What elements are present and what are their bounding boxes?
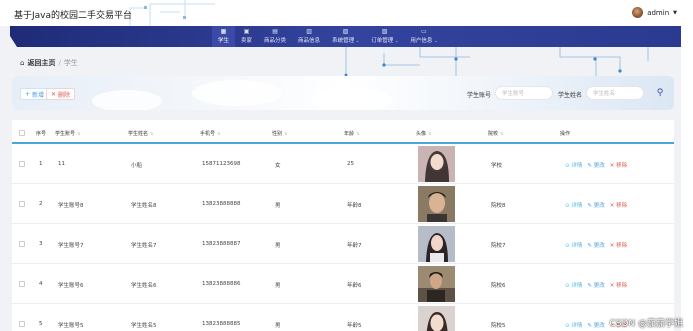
table-row: 3 学生账号7 学生姓名7 13823888887 男 年龄7 院校7 ⊙ 详情… [12, 224, 674, 264]
row-checkbox[interactable] [19, 281, 25, 287]
edit-button[interactable]: ✎ 更改 [587, 201, 604, 209]
select-all-checkbox[interactable] [19, 130, 25, 136]
order-icon: ▧ [381, 28, 388, 35]
person-icon: ▣ [243, 28, 250, 35]
col-index: 序号 [36, 131, 47, 137]
row-checkbox[interactable] [19, 321, 25, 327]
col-name[interactable]: 学生姓名 ⇅ [128, 130, 153, 137]
top-bar: 基于Java的校园二手交易平台 admin ▼ [0, 0, 693, 26]
nav-item-goods[interactable]: ▥ 商品信息 [292, 26, 326, 47]
col-phone[interactable]: 手机号 ⇅ [200, 130, 220, 137]
remove-button[interactable]: ✕ 移除 [610, 281, 627, 289]
caret-down-icon: ▼ [673, 9, 677, 16]
student-table: 序号 学生账号 ⇅ 学生姓名 ⇅ 手机号 ⇅ 性别 ⇅ 年龄 ⇅ 头像 ⇅ 院校 ⇅ 操作 1… [12, 120, 674, 331]
user-menu[interactable]: admin ▼ [632, 7, 677, 18]
delete-button[interactable]: ✕ 删除 [46, 88, 76, 100]
table-row: 2 学生账号8 学生姓名8 13823888888 男 年龄8 院校8 ⊙ 详情… [12, 184, 674, 224]
col-college[interactable]: 院校 ⇅ [488, 130, 503, 137]
nav-item-seller[interactable]: ▣ 卖家 [235, 26, 258, 47]
table-row: 1 11 小船 15871123698 女 25 学校 ⊙ 详情 ✎ 更改 ✕ … [12, 144, 674, 184]
goods-icon: ▥ [306, 28, 312, 35]
nav-item-student[interactable]: ▦ 学生 [212, 26, 236, 47]
col-avatar: 头像 ⇅ [416, 131, 432, 137]
student-account-label: 学生账号 [467, 92, 492, 99]
detail-button[interactable]: ⊙ 详情 [565, 321, 582, 329]
breadcrumb: ⌂ 返回主页 / 学生 [20, 58, 78, 68]
search-button[interactable]: ⚲ [653, 86, 667, 100]
col-gender[interactable]: 性别 ⇅ [272, 130, 287, 137]
edit-button[interactable]: ✎ 更改 [587, 241, 604, 249]
student-avatar-image [418, 146, 455, 182]
main-nav: ▦ 学生 ▣ 卖家 ▤ 商品分类 ▥ 商品信息 ▨ 系统管理 ⌄ ▧ 订单管理 … [212, 26, 443, 47]
grid-icon: ▦ [220, 28, 227, 35]
avatar [632, 7, 644, 18]
col-age[interactable]: 年龄 ⇅ [344, 130, 359, 137]
nav-item-user-info[interactable]: ▭ 用户信息 ⌄ [404, 26, 443, 47]
detail-button[interactable]: ⊙ 详情 [565, 281, 582, 289]
table-row: 4 学生账号6 学生姓名6 13823888886 男 年龄6 院校6 ⊙ 详情… [12, 264, 674, 304]
student-name-label: 学生姓名 [558, 92, 583, 99]
edit-button[interactable]: ✎ 更改 [587, 161, 604, 169]
student-avatar-image [418, 266, 455, 302]
table-header: 序号 学生账号 ⇅ 学生姓名 ⇅ 手机号 ⇅ 性别 ⇅ 年龄 ⇅ 头像 ⇅ 院校 ⇅ 操作 [12, 120, 674, 144]
user-card-icon: ▭ [421, 28, 427, 35]
row-checkbox[interactable] [19, 201, 25, 207]
student-account-input[interactable]: 学生账号 [495, 86, 553, 100]
settings-icon: ▨ [342, 28, 349, 35]
row-checkbox[interactable] [19, 241, 25, 247]
edit-button[interactable]: ✎ 更改 [587, 321, 604, 329]
search-icon: ⚲ [656, 88, 664, 98]
app-title: 基于Java的校园二手交易平台 [14, 11, 133, 21]
username: admin [647, 8, 670, 17]
student-avatar-image [418, 306, 455, 331]
student-name-input[interactable]: 学生姓名 [586, 86, 644, 100]
remove-button[interactable]: ✕ 移除 [610, 241, 627, 249]
breadcrumb-current: 学生 [63, 59, 78, 67]
breadcrumb-home[interactable]: 返回主页 [27, 58, 55, 68]
detail-button[interactable]: ⊙ 详情 [565, 201, 582, 209]
plus-icon: + [25, 90, 31, 98]
student-avatar-image [418, 186, 455, 222]
col-account[interactable]: 学生账号 ⇅ [55, 130, 80, 137]
row-checkbox[interactable] [19, 161, 25, 167]
col-actions: 操作 [560, 131, 571, 137]
student-avatar-image [418, 226, 455, 262]
right-scroll-gutter [681, 0, 693, 331]
search-panel: + 新增 ✕ 删除 学生账号 学生账号 学生姓名 学生姓名 ⚲ [12, 76, 674, 110]
home-icon: ⌂ [20, 59, 25, 67]
detail-button[interactable]: ⊙ 详情 [565, 241, 582, 249]
edit-button[interactable]: ✎ 更改 [587, 281, 604, 289]
nav-item-category[interactable]: ▤ 商品分类 [258, 26, 292, 47]
nav-item-system[interactable]: ▨ 系统管理 ⌄ [326, 26, 365, 47]
close-icon: ✕ [51, 90, 57, 98]
watermark: CSDN @茄茄学姐 [609, 319, 683, 329]
detail-button[interactable]: ⊙ 详情 [565, 161, 582, 169]
nav-item-orders[interactable]: ▧ 订单管理 ⌄ [365, 26, 404, 47]
table-row: 5 学生账号5 学生姓名5 13823888885 男 年龄5 院校5 ⊙ 详情… [12, 304, 674, 331]
add-button[interactable]: + 新增 [20, 88, 50, 100]
remove-button[interactable]: ✕ 移除 [610, 201, 627, 209]
category-icon: ▤ [272, 28, 278, 35]
remove-button[interactable]: ✕ 移除 [610, 161, 627, 169]
